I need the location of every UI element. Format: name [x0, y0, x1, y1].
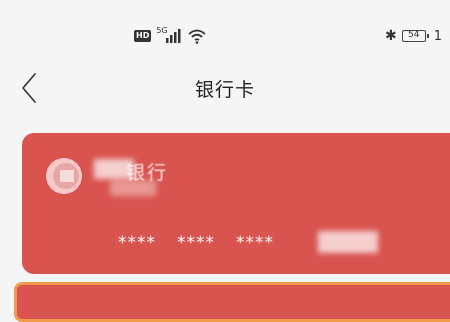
- bank-card[interactable]: 银行 **** **** ****: [22, 133, 450, 274]
- wifi-icon: [187, 28, 207, 44]
- signal-icon: 5G: [156, 26, 182, 44]
- page-title: 银行卡: [194, 79, 255, 101]
- status-right-group: ✱ 54 1: [385, 26, 442, 46]
- bank-card-next[interactable]: [14, 282, 450, 322]
- hd-badge: HD: [134, 30, 152, 42]
- status-left-group: HD 5G: [134, 26, 207, 46]
- card-number: **** **** ****: [118, 233, 274, 253]
- bluetooth-icon: ✱: [385, 28, 397, 44]
- card-number-group-2: ****: [177, 233, 215, 253]
- nav-bar: 银行卡: [0, 56, 450, 120]
- status-bar: HD 5G ✱ 54 1: [0, 0, 450, 56]
- card-number-group-3: ****: [236, 233, 274, 253]
- bank-name: 银行: [126, 162, 169, 184]
- battery-icon: 54: [401, 30, 429, 42]
- blurred-card-number-tail: [318, 231, 378, 253]
- battery-level: 54: [408, 30, 420, 40]
- bank-logo: [44, 156, 84, 196]
- card-number-group-1: ****: [118, 233, 156, 253]
- status-time: 1: [433, 28, 443, 44]
